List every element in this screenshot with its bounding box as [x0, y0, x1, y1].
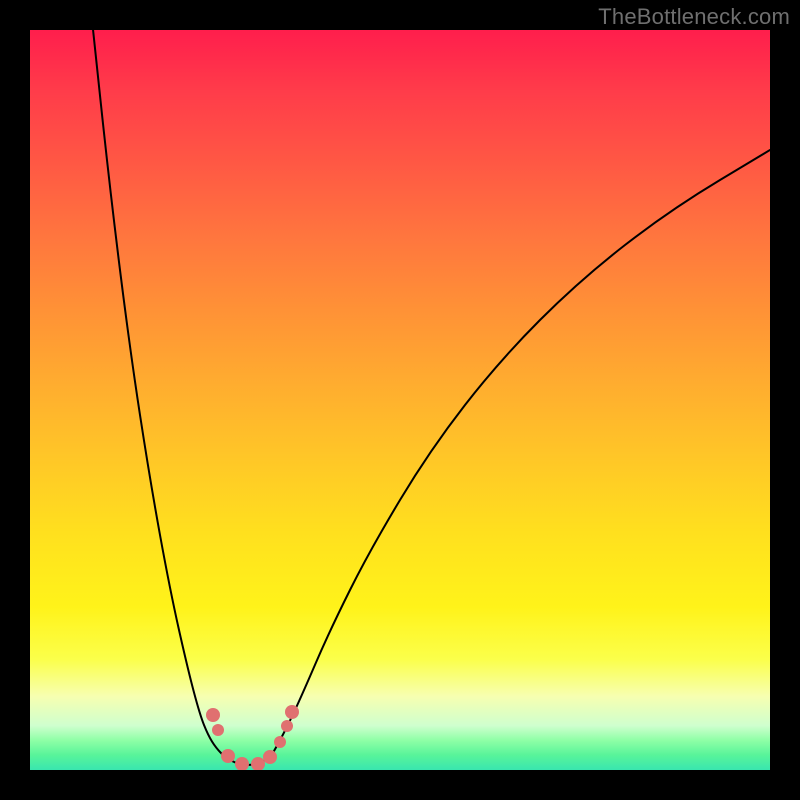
plot-area	[30, 30, 770, 770]
curve-marker	[235, 757, 249, 770]
curve-marker	[285, 705, 299, 719]
curve-marker	[274, 736, 286, 748]
curve-marker	[281, 720, 293, 732]
curve-svg	[30, 30, 770, 770]
curve-marker	[221, 749, 235, 763]
curve-right-branch	[270, 150, 770, 758]
curve-left-branch	[92, 30, 226, 758]
chart-frame: TheBottleneck.com	[0, 0, 800, 800]
curve-marker	[251, 757, 265, 770]
curve-marker	[212, 724, 224, 736]
curve-marker	[263, 750, 277, 764]
watermark-text: TheBottleneck.com	[598, 4, 790, 30]
curve-marker	[206, 708, 220, 722]
markers-group	[206, 705, 299, 770]
